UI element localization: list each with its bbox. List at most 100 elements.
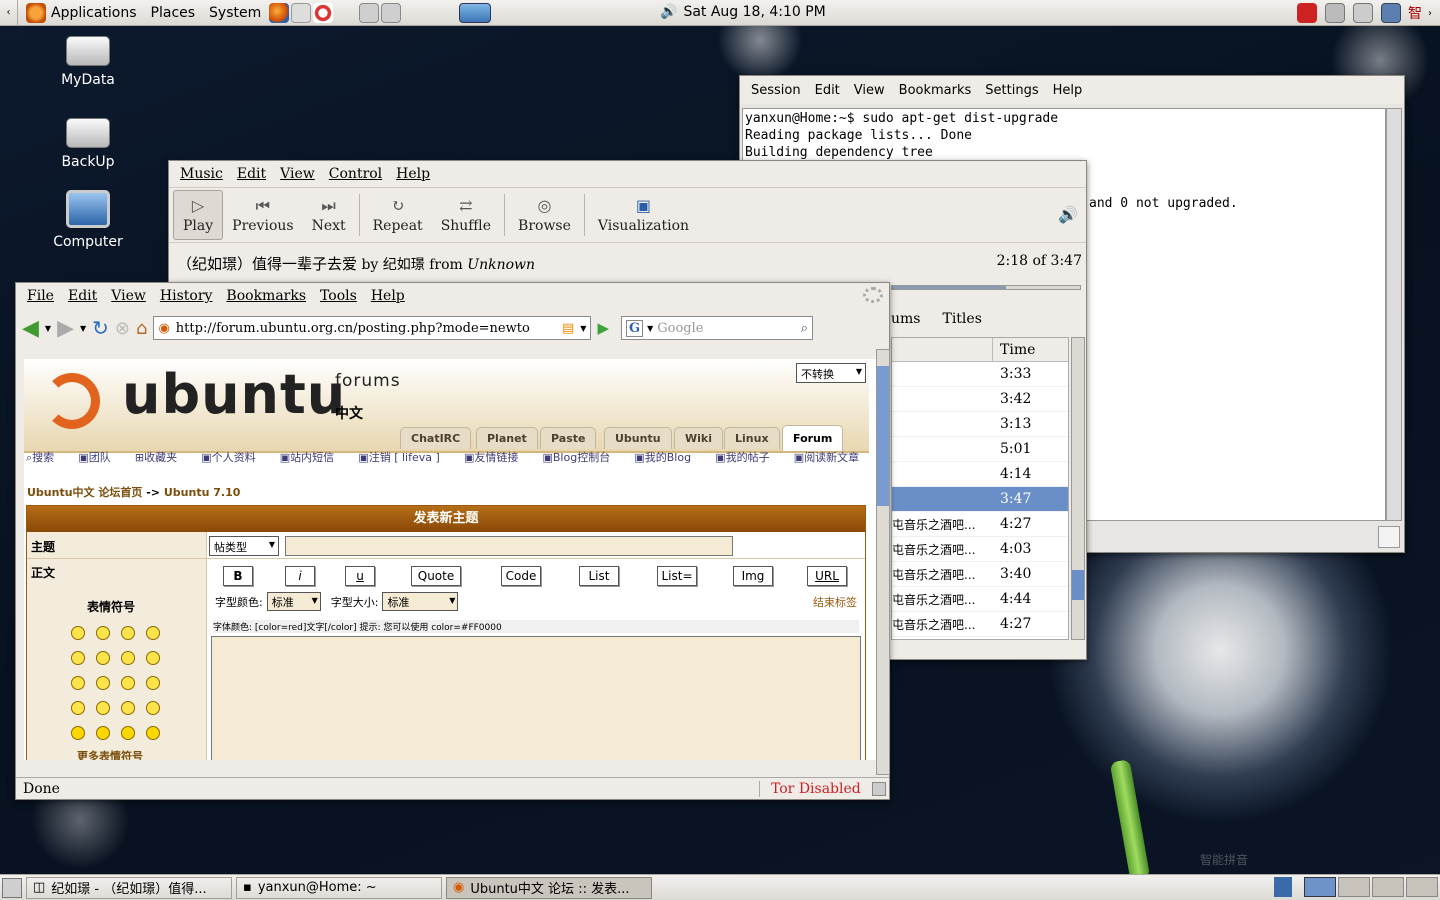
new-tab-icon[interactable]: [1378, 526, 1400, 548]
rb-menu-control[interactable]: Control: [322, 166, 389, 182]
emoticon-icon[interactable]: [146, 676, 160, 690]
tab-forum[interactable]: Forum: [782, 425, 844, 451]
link-new-articles[interactable]: ▣阅读新文章: [794, 451, 869, 464]
terminal-menu-edit[interactable]: Edit: [808, 83, 847, 98]
seek-bar[interactable]: [891, 285, 1081, 290]
link-favorites[interactable]: ⊞收藏夹: [135, 451, 187, 464]
desktop-icon-backup[interactable]: BackUp: [38, 118, 138, 170]
go-icon[interactable]: ▶: [597, 319, 609, 337]
system-menu[interactable]: System: [202, 5, 268, 21]
emoticon-icon[interactable]: [71, 701, 85, 715]
back-icon[interactable]: ◀: [22, 316, 39, 341]
places-menu[interactable]: Places: [144, 5, 203, 21]
tor-status[interactable]: Tor Disabled: [760, 781, 872, 797]
track-row[interactable]: 3:13: [892, 412, 1068, 437]
workspace-switcher[interactable]: [1274, 877, 1438, 897]
time-column-header[interactable]: Time: [1000, 342, 1035, 358]
link-blog-console[interactable]: ▣Blog控制台: [542, 451, 620, 464]
mail-launcher-icon[interactable]: [291, 2, 312, 23]
ff-menu-edit[interactable]: Edit: [61, 288, 104, 304]
track-row[interactable]: 5:01: [892, 437, 1068, 462]
bbcode-url-button[interactable]: URL: [807, 566, 847, 586]
emoticon-icon[interactable]: [96, 676, 110, 690]
taskbar-item-terminal[interactable]: ▪ yanxun@Home: ~: [236, 876, 442, 899]
workspace-2-icon[interactable]: [381, 2, 402, 23]
rb-menu-view[interactable]: View: [273, 166, 322, 182]
search-icon[interactable]: ⌕: [801, 321, 808, 336]
message-textarea[interactable]: [211, 636, 861, 760]
track-row[interactable]: 3:47: [892, 487, 1068, 512]
link-logout[interactable]: ▣注销 [ lifeva ]: [358, 451, 449, 464]
engine-dropdown-icon[interactable]: ▼: [647, 324, 653, 333]
url-dropdown-icon[interactable]: ▼: [580, 324, 586, 333]
forward-icon[interactable]: ▶: [57, 316, 74, 341]
url-bar[interactable]: ◉ http://forum.ubuntu.org.cn/posting.php…: [153, 316, 592, 340]
search-box[interactable]: G ▼ Google ⌕: [621, 316, 813, 340]
back-dropdown-icon[interactable]: ▼: [45, 324, 51, 333]
tab-wiki[interactable]: Wiki: [674, 427, 723, 449]
workspace-1-icon[interactable]: [359, 2, 380, 23]
emoticon-icon[interactable]: [146, 651, 160, 665]
help-launcher-icon[interactable]: [313, 2, 334, 23]
emoticon-icon[interactable]: [146, 701, 160, 715]
ff-menu-tools[interactable]: Tools: [313, 288, 364, 304]
taskbar-item-firefox[interactable]: ◉ Ubuntu中文 论坛 :: 发表...: [446, 876, 652, 899]
firefox-scrollbar[interactable]: [876, 349, 890, 775]
emoticon-icon[interactable]: [96, 701, 110, 715]
applications-menu[interactable]: Applications: [18, 2, 144, 23]
link-my-blog[interactable]: ▣我的Blog: [634, 451, 701, 464]
ff-menu-view[interactable]: View: [104, 288, 153, 304]
bbcode-bold-button[interactable]: B: [223, 566, 253, 586]
rss-icon[interactable]: ▤: [562, 321, 574, 336]
track-row[interactable]: 屯音乐之酒吧... 4:44: [892, 587, 1068, 612]
emoticon-icon[interactable]: [146, 626, 160, 640]
link-profile[interactable]: ▣个人资料: [201, 451, 265, 464]
track-row[interactable]: 3:42: [892, 387, 1068, 412]
more-emoticons-link[interactable]: 更多表情符号: [77, 748, 143, 760]
emoticon-icon[interactable]: [71, 726, 85, 740]
emoticon-icon[interactable]: [121, 626, 135, 640]
trash-icon[interactable]: [1274, 877, 1292, 897]
emoticon-icon[interactable]: [71, 626, 85, 640]
next-button[interactable]: ⏭ Next: [303, 190, 355, 240]
ime-indicator[interactable]: 智: [1408, 3, 1422, 23]
font-color-select[interactable]: 标准 ▼: [266, 592, 321, 611]
network-icon[interactable]: [1381, 3, 1401, 23]
terminal-menu-view[interactable]: View: [847, 83, 892, 98]
taskbar-item-rhythmbox[interactable]: ◫ 纪如璟 - （纪如璟）值得...: [26, 876, 232, 899]
visualization-button[interactable]: ▣ Visualization: [589, 190, 698, 240]
track-list[interactable]: Time 3:33 3:42 3:13 5:01 4:14 3:47 屯音乐之酒吧... 4:…: [891, 337, 1069, 640]
forward-dropdown-icon[interactable]: ▼: [80, 324, 86, 333]
tab-planet[interactable]: Planet: [476, 427, 538, 449]
terminal-scrollbar[interactable]: [1386, 108, 1402, 521]
ff-menu-help[interactable]: Help: [364, 288, 412, 304]
link-search[interactable]: ⌕搜索: [26, 451, 64, 464]
workspace-1[interactable]: [1304, 877, 1336, 897]
bbcode-list-ordered-button[interactable]: List=: [657, 566, 697, 586]
breadcrumb-sub[interactable]: Ubuntu 7.10: [164, 486, 241, 499]
battery-icon[interactable]: [1353, 3, 1373, 23]
repeat-button[interactable]: ↻ Repeat: [364, 190, 432, 240]
terminal-menu-session[interactable]: Session: [744, 83, 808, 98]
titles-header[interactable]: Titles: [942, 311, 981, 327]
emoticon-icon[interactable]: [96, 651, 110, 665]
desktop-icon-computer[interactable]: Computer: [38, 190, 138, 250]
font-size-select[interactable]: 标准 ▼: [382, 592, 459, 611]
bbcode-img-button[interactable]: Img: [733, 566, 773, 586]
emoticon-icon[interactable]: [121, 701, 135, 715]
track-row[interactable]: 屯音乐之酒吧... 4:03: [892, 537, 1068, 562]
link-team[interactable]: ▣团队: [78, 451, 120, 464]
tab-linux[interactable]: Linux: [724, 427, 780, 449]
ff-menu-file[interactable]: File: [20, 288, 61, 304]
terminal-menu-help[interactable]: Help: [1046, 83, 1090, 98]
reload-icon[interactable]: ↻: [92, 316, 109, 340]
bbcode-quote-button[interactable]: Quote: [411, 566, 461, 586]
emoticon-icon[interactable]: [121, 676, 135, 690]
browse-button[interactable]: ◎ Browse: [509, 190, 580, 240]
track-list-scrollbar[interactable]: [1071, 337, 1085, 640]
emoticon-icon[interactable]: [96, 626, 110, 640]
home-icon[interactable]: ⌂: [136, 318, 147, 339]
clock[interactable]: 🔊 Sat Aug 18, 4:10 PM: [660, 4, 826, 20]
breadcrumb-home[interactable]: Ubuntu中文 论坛首页: [27, 486, 142, 499]
workspace-4[interactable]: [1406, 877, 1438, 897]
